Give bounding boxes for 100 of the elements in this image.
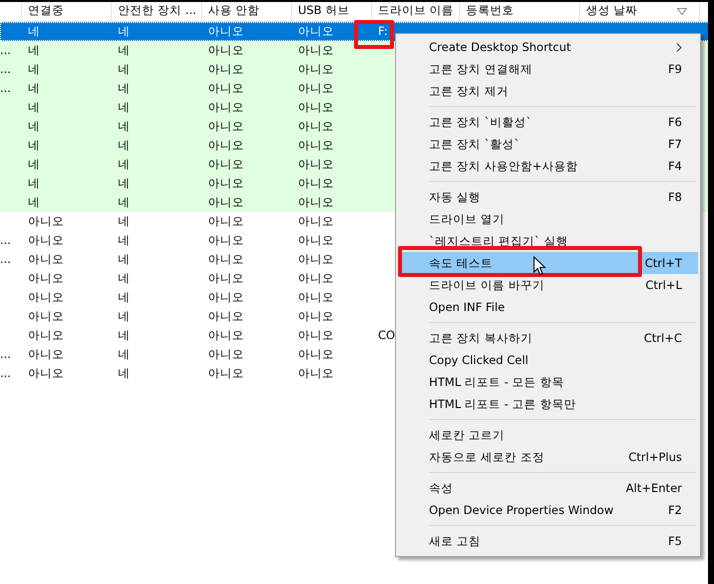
table-cell: 아니오 bbox=[208, 43, 244, 57]
table-cell: 아니오 bbox=[298, 157, 334, 171]
table-cell: 아니오 bbox=[298, 81, 334, 95]
table-cell: 아니오 bbox=[208, 81, 244, 95]
table-cell: 네 bbox=[118, 62, 130, 76]
table-cell: 네 bbox=[118, 24, 130, 38]
table-cell: 아니오 bbox=[298, 328, 334, 342]
table-cell: CO bbox=[378, 328, 396, 342]
table-cell: 아니오 bbox=[208, 119, 244, 133]
table-cell: 아니오 bbox=[208, 233, 244, 247]
table-cell: 아니오 bbox=[28, 214, 64, 228]
table-cell: 아니오 bbox=[208, 214, 244, 228]
menu-item[interactable]: 자동으로 세로칸 조정 Ctrl+Plus bbox=[398, 446, 698, 468]
table-cell: 아니오 bbox=[28, 328, 64, 342]
table-cell: F: bbox=[378, 24, 388, 38]
table-cell: 네 bbox=[118, 81, 130, 95]
menu-item[interactable]: HTML 리포트 - 고른 항목만 bbox=[398, 393, 698, 415]
table-cell: 아니오 bbox=[298, 43, 334, 57]
table-cell: 아니오 bbox=[208, 100, 244, 114]
table-cell: 아니오 bbox=[208, 195, 244, 209]
column-header-label: 생성 날짜 bbox=[586, 2, 638, 19]
table-cell: 아니오 bbox=[208, 24, 244, 38]
column-header-label: 등록번호 bbox=[466, 2, 514, 19]
table-cell: 네 bbox=[118, 290, 130, 304]
column-header[interactable]: 드라이브 이름 bbox=[372, 0, 460, 21]
table-cell: 네 bbox=[118, 119, 130, 133]
mouse-pointer-icon bbox=[533, 256, 546, 276]
column-header-label: 드라이브 이름 bbox=[378, 2, 454, 19]
table-cell: 네 bbox=[28, 62, 40, 76]
table-cell: 아니오 bbox=[28, 233, 64, 247]
column-header[interactable]: 연결중 bbox=[22, 0, 112, 21]
table-cell: 아니오 bbox=[298, 100, 334, 114]
column-header-label: USB 허브 bbox=[298, 2, 350, 19]
table-cell: 네 bbox=[118, 43, 130, 57]
table-cell: ... bbox=[0, 43, 11, 57]
highlight-frame bbox=[354, 20, 394, 49]
table-cell: 네 bbox=[28, 176, 40, 190]
table-cell: 아니오 bbox=[298, 252, 334, 266]
table-cell: 아니오 bbox=[28, 290, 64, 304]
column-header-label: 안전한 장치 ... bbox=[118, 2, 196, 19]
column-header[interactable]: USB 허브 bbox=[292, 0, 372, 21]
table-cell: 아니오 bbox=[298, 176, 334, 190]
table-cell: 네 bbox=[28, 100, 40, 114]
table-cell: 아니오 bbox=[28, 366, 64, 380]
table-cell: 네 bbox=[118, 195, 130, 209]
table-cell: 아니오 bbox=[208, 62, 244, 76]
menu-item[interactable]: 세로칸 고르기 bbox=[398, 424, 698, 446]
table-cell: 네 bbox=[118, 214, 130, 228]
sort-icon bbox=[677, 8, 687, 15]
menu-item[interactable]: Open Device Properties Window F2 bbox=[398, 499, 698, 521]
table-cell: 아니오 bbox=[298, 138, 334, 152]
table-cell: 네 bbox=[28, 81, 40, 95]
table-cell: 네 bbox=[28, 119, 40, 133]
table-cell: 아니오 bbox=[208, 271, 244, 285]
column-header[interactable]: 생성 날짜 bbox=[580, 0, 700, 21]
table-cell: 아니오 bbox=[28, 347, 64, 361]
table-cell: 네 bbox=[118, 157, 130, 171]
table-cell: ... bbox=[0, 81, 11, 95]
table-cell: 아니오 bbox=[298, 271, 334, 285]
table-cell: ... bbox=[0, 233, 11, 247]
table-cell: ... bbox=[0, 252, 11, 266]
table-cell: 아니오 bbox=[208, 176, 244, 190]
table-cell: 네 bbox=[118, 309, 130, 323]
table-cell: 아니오 bbox=[28, 309, 64, 323]
table-cell: 아니오 bbox=[298, 366, 334, 380]
table-cell: ... bbox=[0, 62, 11, 76]
table-cell: 아니오 bbox=[298, 119, 334, 133]
menu-item[interactable]: 새로 고침 F5 bbox=[398, 530, 698, 552]
table-cell: 네 bbox=[118, 176, 130, 190]
table-cell: 아니오 bbox=[298, 195, 334, 209]
table-cell: 네 bbox=[118, 252, 130, 266]
table-cell: ... bbox=[0, 366, 11, 380]
table-cell: 아니오 bbox=[28, 252, 64, 266]
menu-item[interactable]: 고른 장치 사용안함+사용함 F4 bbox=[398, 155, 698, 177]
menu-item[interactable]: 고른 장치 `활성` F7 bbox=[398, 133, 698, 155]
table-cell: 네 bbox=[118, 100, 130, 114]
table-cell: 네 bbox=[118, 271, 130, 285]
column-header[interactable]: 사용 안함 bbox=[202, 0, 292, 21]
table-cell: ... bbox=[0, 347, 11, 361]
table-cell: 아니오 bbox=[28, 271, 64, 285]
column-header[interactable]: 등록번호 bbox=[460, 0, 580, 21]
table-cell: 네 bbox=[28, 43, 40, 57]
table-cell: 네 bbox=[28, 138, 40, 152]
column-header-label: 사용 안함 bbox=[208, 2, 260, 19]
menu-item[interactable]: 속성 Alt+Enter bbox=[398, 477, 698, 499]
table-cell: 네 bbox=[118, 233, 130, 247]
table-cell: 네 bbox=[28, 24, 40, 38]
table-cell: 아니오 bbox=[298, 214, 334, 228]
column-header-label: 연결중 bbox=[28, 2, 64, 19]
table-cell: 아니오 bbox=[298, 233, 334, 247]
table-cell: 아니오 bbox=[208, 157, 244, 171]
table-cell: 네 bbox=[28, 157, 40, 171]
table-cell: 네 bbox=[28, 195, 40, 209]
table-cell: 아니오 bbox=[208, 252, 244, 266]
table-cell: 네 bbox=[118, 366, 130, 380]
table-cell: 아니오 bbox=[298, 24, 334, 38]
menu-item[interactable]: 고른 장치 연결해제 F9 bbox=[398, 58, 698, 80]
table-cell: 아니오 bbox=[298, 347, 334, 361]
column-header[interactable]: 안전한 장치 ... bbox=[112, 0, 202, 21]
table-cell: 아니오 bbox=[208, 366, 244, 380]
